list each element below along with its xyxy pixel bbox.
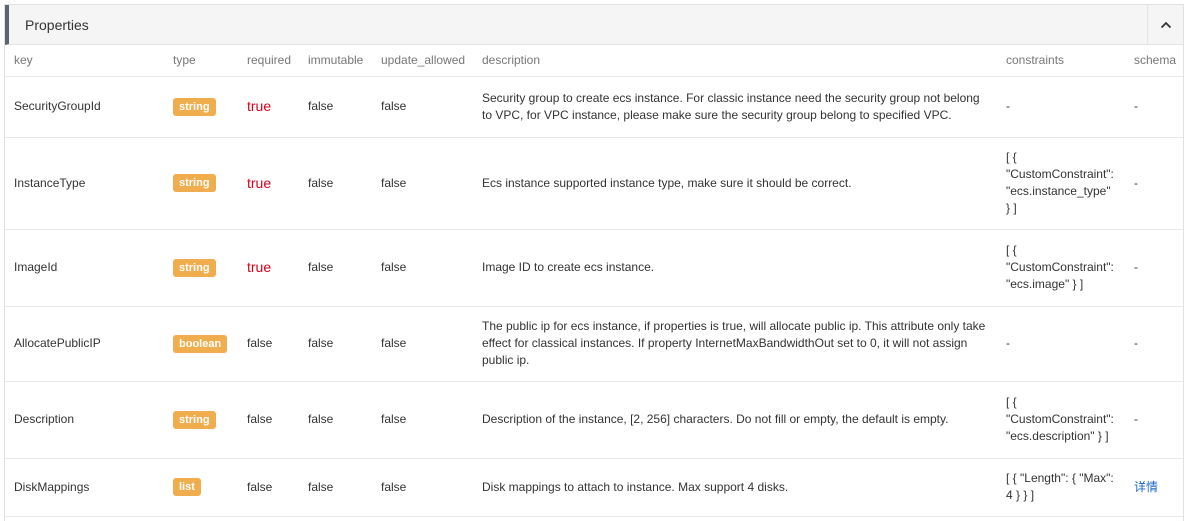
cell-constraints: - — [997, 75, 1125, 137]
properties-table: key type required immutable update_allow… — [5, 45, 1183, 521]
cell-required: true — [238, 136, 299, 229]
cell-key: InstanceType — [5, 136, 164, 229]
panel-title: Properties — [25, 16, 89, 33]
type-badge: string — [173, 258, 216, 277]
table-row: SecurityGroupId string true false false … — [5, 75, 1183, 137]
cell-update-allowed: false — [372, 457, 473, 516]
table-row: Description string false false false Des… — [5, 380, 1183, 458]
table-row: ImageId string true false false Image ID… — [5, 228, 1183, 306]
column-header-constraints: constraints — [1006, 53, 1065, 68]
properties-panel: Properties key type required immutable u… — [4, 4, 1184, 521]
column-header-key: key — [14, 53, 33, 68]
chevron-up-icon — [1160, 21, 1171, 28]
cell-required: false — [238, 305, 299, 381]
column-header-required: required — [247, 53, 292, 68]
cell-constraints: [ { "CustomConstraint": "ecs.description… — [997, 380, 1125, 458]
cell-immutable: false — [299, 305, 372, 381]
cell-constraints: [ { "Length": { "Max": 4 } } ] — [997, 457, 1125, 516]
column-header-immutable: immutable — [308, 53, 364, 68]
table-row-partial — [5, 515, 1183, 521]
cell-description: Description of the instance, [2, 256] ch… — [473, 380, 997, 458]
cell-update-allowed: false — [372, 75, 473, 137]
cell-key: ImageId — [5, 228, 164, 306]
cell-immutable: false — [299, 75, 372, 137]
cell-schema: 详情 — [1125, 457, 1183, 516]
column-header-type: type — [173, 53, 196, 68]
table-header-row: key type required immutable update_allow… — [5, 45, 1183, 76]
cell-schema: - — [1125, 136, 1183, 229]
cell-update-allowed: false — [372, 305, 473, 381]
cell-schema: - — [1125, 75, 1183, 137]
cell-update-allowed: false — [372, 380, 473, 458]
type-badge: string — [173, 174, 216, 192]
cell-key: DiskMappings — [5, 457, 164, 516]
cell-immutable: false — [299, 457, 372, 516]
cell-required: true — [238, 75, 299, 137]
cell-type: string — [164, 380, 238, 458]
schema-details-link[interactable]: 详情 — [1134, 480, 1158, 494]
cell-constraints: - — [997, 305, 1125, 381]
type-badge: string — [173, 97, 216, 116]
column-header-update-allowed: update_allowed — [381, 53, 466, 68]
table-row: AllocatePublicIP boolean false false fal… — [5, 305, 1183, 381]
cell-constraints: [ { "CustomConstraint": "ecs.image" } ] — [997, 228, 1125, 306]
cell-description: Image ID to create ecs instance. — [473, 228, 997, 306]
cell-description: Ecs instance supported instance type, ma… — [473, 136, 997, 229]
cell-key: Description — [5, 380, 164, 458]
cell-type: string — [164, 136, 238, 229]
cell-immutable: false — [299, 228, 372, 306]
cell-schema: - — [1125, 380, 1183, 458]
cell-immutable: false — [299, 136, 372, 229]
cell-type: string — [164, 75, 238, 137]
type-badge: string — [173, 410, 216, 429]
cell-type: string — [164, 228, 238, 306]
cell-constraints: [ { "CustomConstraint": "ecs.instance_ty… — [997, 136, 1125, 229]
cell-required: false — [238, 457, 299, 516]
cell-schema: - — [1125, 305, 1183, 381]
column-header-schema: schema — [1134, 53, 1177, 68]
table-row: InstanceType string true false false Ecs… — [5, 136, 1183, 229]
column-header-description: description — [482, 53, 541, 68]
cell-schema: - — [1125, 228, 1183, 306]
type-badge: boolean — [173, 334, 228, 353]
cell-immutable: false — [299, 380, 372, 458]
cell-update-allowed: false — [372, 136, 473, 229]
table-row: DiskMappings list false false false Disk… — [5, 457, 1183, 516]
collapse-button[interactable] — [1147, 5, 1183, 44]
cell-key: SecurityGroupId — [5, 75, 164, 137]
cell-description: Security group to create ecs instance. F… — [473, 75, 997, 137]
cell-required: true — [238, 228, 299, 306]
cell-required: false — [238, 380, 299, 458]
panel-header[interactable]: Properties — [5, 5, 1183, 45]
cell-update-allowed: false — [372, 228, 473, 306]
cell-key: AllocatePublicIP — [5, 305, 164, 381]
cell-type: list — [164, 457, 238, 516]
cell-description: Disk mappings to attach to instance. Max… — [473, 457, 997, 516]
type-badge: list — [173, 478, 201, 496]
cell-type: boolean — [164, 305, 238, 381]
cell-description: The public ip for ecs instance, if prope… — [473, 305, 997, 381]
